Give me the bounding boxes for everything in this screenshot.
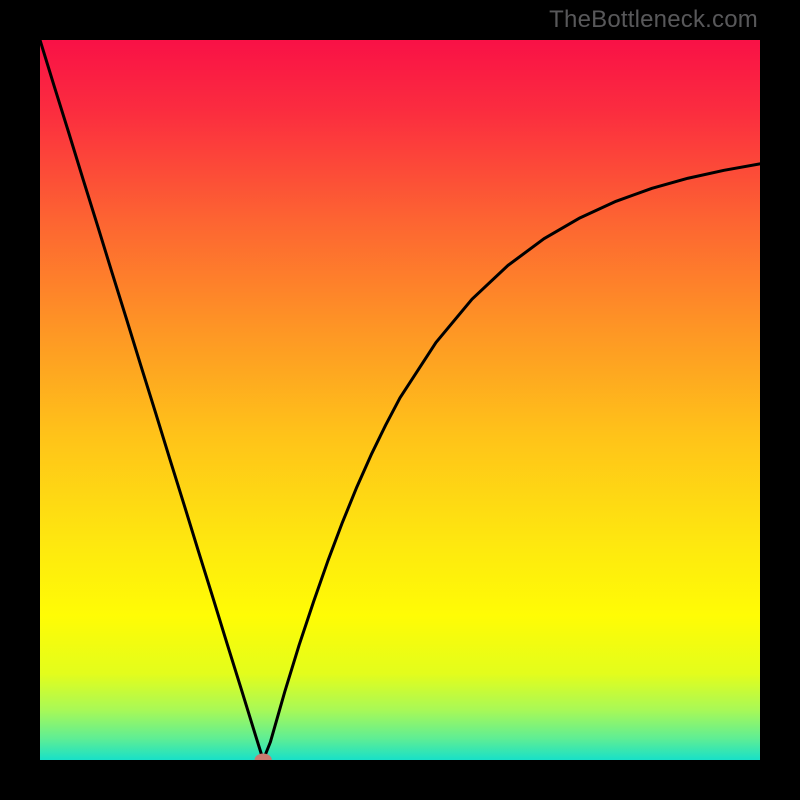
chart-frame: TheBottleneck.com <box>0 0 800 800</box>
bottleneck-curve <box>40 40 760 760</box>
curve-layer <box>40 40 760 760</box>
plot-area <box>40 40 760 760</box>
watermark-text: TheBottleneck.com <box>549 6 758 34</box>
optimal-point-marker <box>255 754 272 760</box>
